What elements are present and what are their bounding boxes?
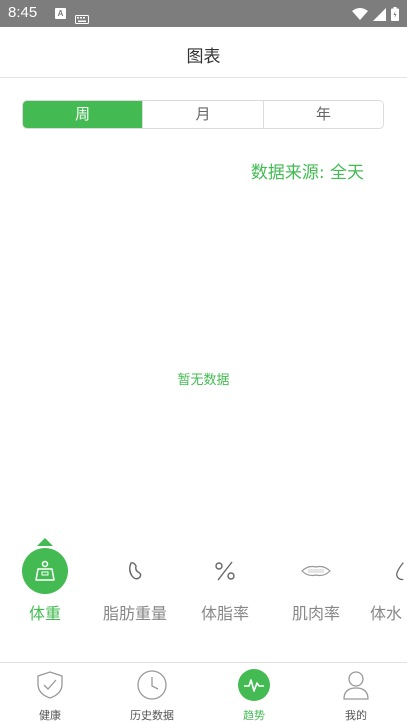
tab-week[interactable]: 周 [23,101,144,128]
tab-history[interactable]: 历史数据 [117,669,187,723]
notification-a-icon: A [55,8,66,19]
empty-chart-message: 暂无数据 [177,373,230,388]
status-time: 8:45 [8,4,38,21]
app-header: 图表 [0,27,407,78]
keyboard-icon [75,9,89,28]
status-right-icons [352,6,399,25]
signal-icon [373,6,386,25]
weight-icon [22,548,68,594]
metric-body-water-label: 体水 [370,604,403,623]
tab-health[interactable]: 健康 [15,669,85,723]
tab-history-label: 历史数据 [130,709,174,722]
shield-check-icon [34,669,66,701]
metric-weight-label: 体重 [28,604,61,623]
app-screen: 8:45 A 图表 周 月 年 数据来源: 全天 暂无数据 体重 脂肪重量 体脂… [0,0,407,723]
period-segment-control: 周 月 年 [22,100,384,129]
tab-month[interactable]: 月 [143,101,264,128]
metric-body-water[interactable]: 体水 [370,548,407,624]
tab-health-label: 健康 [39,709,61,722]
tab-mine-label: 我的 [345,709,367,722]
metric-fat-mass[interactable]: 脂肪重量 [95,548,175,624]
tab-mine[interactable]: 我的 [321,669,391,723]
metric-body-fat-rate[interactable]: 体脂率 [190,548,260,624]
person-icon [340,669,372,701]
status-bar: 8:45 A [0,0,407,27]
tab-trend[interactable]: 趋势 [219,669,289,723]
water-drop-icon [370,548,407,594]
page-title: 图表 [186,47,221,67]
bottom-tab-bar: 健康 历史数据 趋势 我的 [0,662,407,723]
selected-metric-pointer [37,538,53,546]
wifi-icon [352,6,368,25]
metric-weight[interactable]: 体重 [10,548,80,624]
fat-drop-icon [112,548,158,594]
metric-body-fat-rate-label: 体脂率 [200,604,249,623]
metric-muscle-rate[interactable]: 肌肉率 [281,548,351,624]
tab-year[interactable]: 年 [263,101,383,128]
pulse-icon [238,669,270,701]
percent-icon [202,548,248,594]
data-source-selector[interactable]: 数据来源: 全天 [251,158,364,183]
metric-muscle-rate-label: 肌肉率 [291,604,340,623]
muscle-icon [293,548,339,594]
metric-fat-mass-label: 脂肪重量 [102,604,167,623]
battery-icon [391,6,399,25]
clock-icon [136,669,168,701]
tab-trend-label: 趋势 [243,709,265,722]
